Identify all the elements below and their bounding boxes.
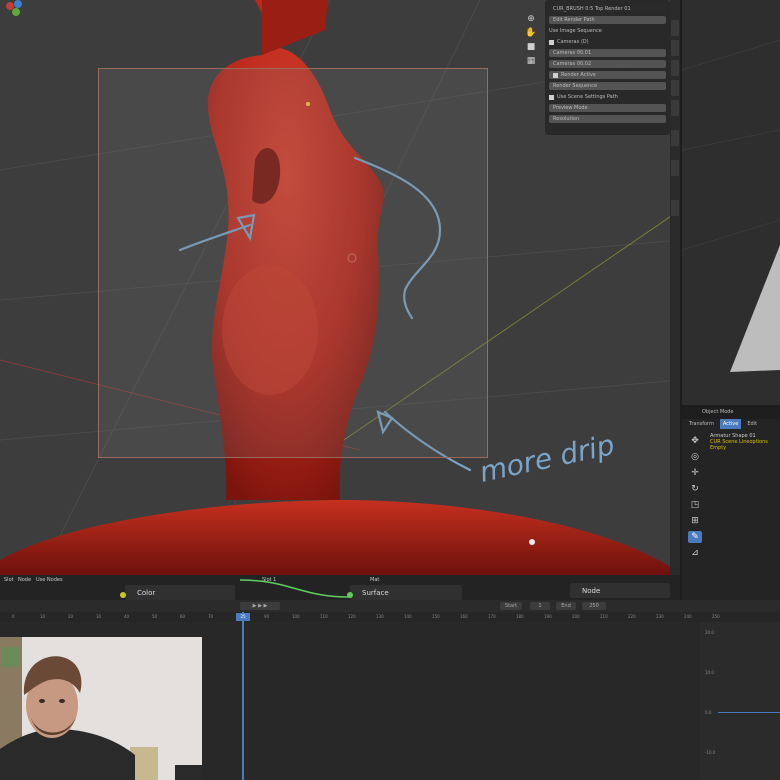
timeline-tick: 230 (656, 614, 664, 619)
properties-panel: Object Mode Transform Active Edit Armatu… (682, 405, 780, 600)
timeline-ruler: 0102030405060708090100110120130140150160… (0, 612, 780, 622)
graph-label: 10.0 (705, 670, 714, 675)
secondary-scene (682, 39, 780, 372)
sidebar-tabs (670, 0, 680, 575)
timeline-tick: 40 (124, 614, 130, 619)
sidebar-tab[interactable] (671, 200, 679, 216)
start-label: Start (500, 602, 522, 610)
sidebar-tab[interactable] (671, 100, 679, 116)
timeline-tick: 190 (544, 614, 552, 619)
timeline-tick: 120 (348, 614, 356, 619)
properties-tabs: Transform Active Edit (682, 419, 780, 429)
zoom-icon[interactable]: ⊕ (524, 14, 538, 24)
timeline-tick: 250 (712, 614, 720, 619)
timeline-tick: 30 (96, 614, 102, 619)
panel-checkbox[interactable]: Cameras (D) (549, 38, 666, 46)
grab-icon[interactable]: ✥ (688, 435, 702, 447)
graph-label: 0.0 (705, 710, 712, 715)
tab-transform[interactable]: Transform (686, 419, 717, 429)
timeline-tick: 220 (628, 614, 636, 619)
sidebar-tab[interactable] (671, 130, 679, 146)
sidebar-panel: CUR_BRUSH 0:5 Top Render 01 Edit Render … (545, 0, 670, 135)
timeline-tick: 60 (180, 614, 186, 619)
timeline-tick: 170 (488, 614, 496, 619)
graph-label: 20.0 (705, 630, 714, 635)
annotation-text: more drip (477, 428, 618, 489)
pan-icon[interactable]: ✋ (524, 28, 538, 38)
sidebar-tab[interactable] (671, 20, 679, 36)
camera-frame (98, 68, 488, 458)
sidebar-tab[interactable] (671, 80, 679, 96)
measure-icon[interactable]: ⊿ (688, 547, 702, 559)
panel-button[interactable]: Render Active (549, 71, 666, 79)
move-icon[interactable]: ✛ (688, 467, 702, 479)
annotate-icon[interactable]: ✎ (688, 531, 702, 543)
webcam-overlay (0, 637, 202, 780)
sculpt-flap (262, 0, 328, 55)
timeline-tick: 210 (600, 614, 608, 619)
panel-checkbox[interactable]: Use Scene Settings Path (549, 93, 666, 101)
viewport-nav-tools: ⊕ ✋ ■ ▦ (524, 14, 540, 66)
sidebar-tab[interactable] (671, 60, 679, 76)
timeline-tick: 200 (572, 614, 580, 619)
timeline-tick: 150 (432, 614, 440, 619)
graph-label: -10.0 (705, 750, 716, 755)
cursor-icon[interactable]: ◎ (688, 451, 702, 463)
timeline-tick: 180 (516, 614, 524, 619)
transform-icon[interactable]: ⊞ (688, 515, 702, 527)
playhead[interactable] (242, 612, 244, 780)
panel-button[interactable]: Cameras 00.01 (549, 49, 666, 57)
timeline-tick: 130 (376, 614, 384, 619)
timeline-tick: 20 (68, 614, 74, 619)
camera-icon[interactable]: ■ (524, 42, 538, 52)
current-frame[interactable]: 25 (236, 613, 250, 621)
rotate-icon[interactable]: ↻ (688, 483, 702, 495)
scale-icon[interactable]: ◳ (688, 499, 702, 511)
timeline-header: ▶ ▶ ▶ Start 1 End 250 (0, 600, 780, 612)
mode-selector[interactable]: Object Mode (682, 405, 780, 419)
panel-row[interactable]: CUR_BRUSH 0:5 Top Render 01 (549, 5, 666, 13)
panel-label: Use Image Sequence (549, 28, 602, 34)
graph-editor[interactable]: 20.0 10.0 0.0 -10.0 (700, 622, 780, 780)
tool-shelf: ✥ ◎ ✛ ↻ ◳ ⊞ ✎ ⊿ (688, 435, 704, 559)
presenter-video (0, 637, 202, 780)
timeline-tick: 0 (12, 614, 15, 619)
perspective-icon[interactable]: ▦ (524, 56, 538, 66)
timeline-tick: 70 (208, 614, 214, 619)
panel-dropdown[interactable]: Preview Mode (549, 104, 666, 112)
timeline-tick: 110 (320, 614, 328, 619)
timeline-tick: 240 (684, 614, 692, 619)
3d-viewport[interactable]: more drip ⊕ ✋ ■ ▦ CUR_BRUSH 0:5 Top Rend… (0, 0, 680, 575)
timeline-tick: 100 (292, 614, 300, 619)
playback-controls[interactable]: ▶ ▶ ▶ (240, 602, 280, 610)
end-label: End (556, 602, 576, 610)
blender-screen: more drip ⊕ ✋ ■ ▦ CUR_BRUSH 0:5 Top Rend… (0, 0, 780, 780)
sculpt-base[interactable] (0, 500, 675, 575)
timeline-tick: 160 (460, 614, 468, 619)
timeline-tick: 50 (152, 614, 158, 619)
node-editor-strip: Slot Node Use Nodes Slot 1 Color Surface… (0, 575, 680, 600)
start-frame[interactable]: 1 (530, 602, 550, 610)
timeline-tick: 90 (264, 614, 270, 619)
navigation-gizmo[interactable] (0, 0, 30, 18)
light-marker (529, 539, 535, 545)
sidebar-tab[interactable] (671, 160, 679, 176)
sidebar-tab[interactable] (671, 40, 679, 56)
timeline-tick: 140 (404, 614, 412, 619)
panel-dropdown[interactable]: Resolution (549, 115, 666, 123)
panel-button[interactable]: Edit Render Path (549, 16, 666, 24)
camera-plane (730, 245, 780, 372)
timeline-tick: 10 (40, 614, 46, 619)
curve-line (718, 712, 780, 713)
tab-edit[interactable]: Edit (744, 419, 760, 429)
tab-active[interactable]: Active (719, 419, 742, 429)
node-links (239, 579, 351, 598)
panel-button[interactable]: Cameras 00.02 (549, 60, 666, 68)
end-frame[interactable]: 250 (582, 602, 606, 610)
secondary-viewport[interactable] (682, 0, 780, 405)
panel-button[interactable]: Render Sequence (549, 82, 666, 90)
